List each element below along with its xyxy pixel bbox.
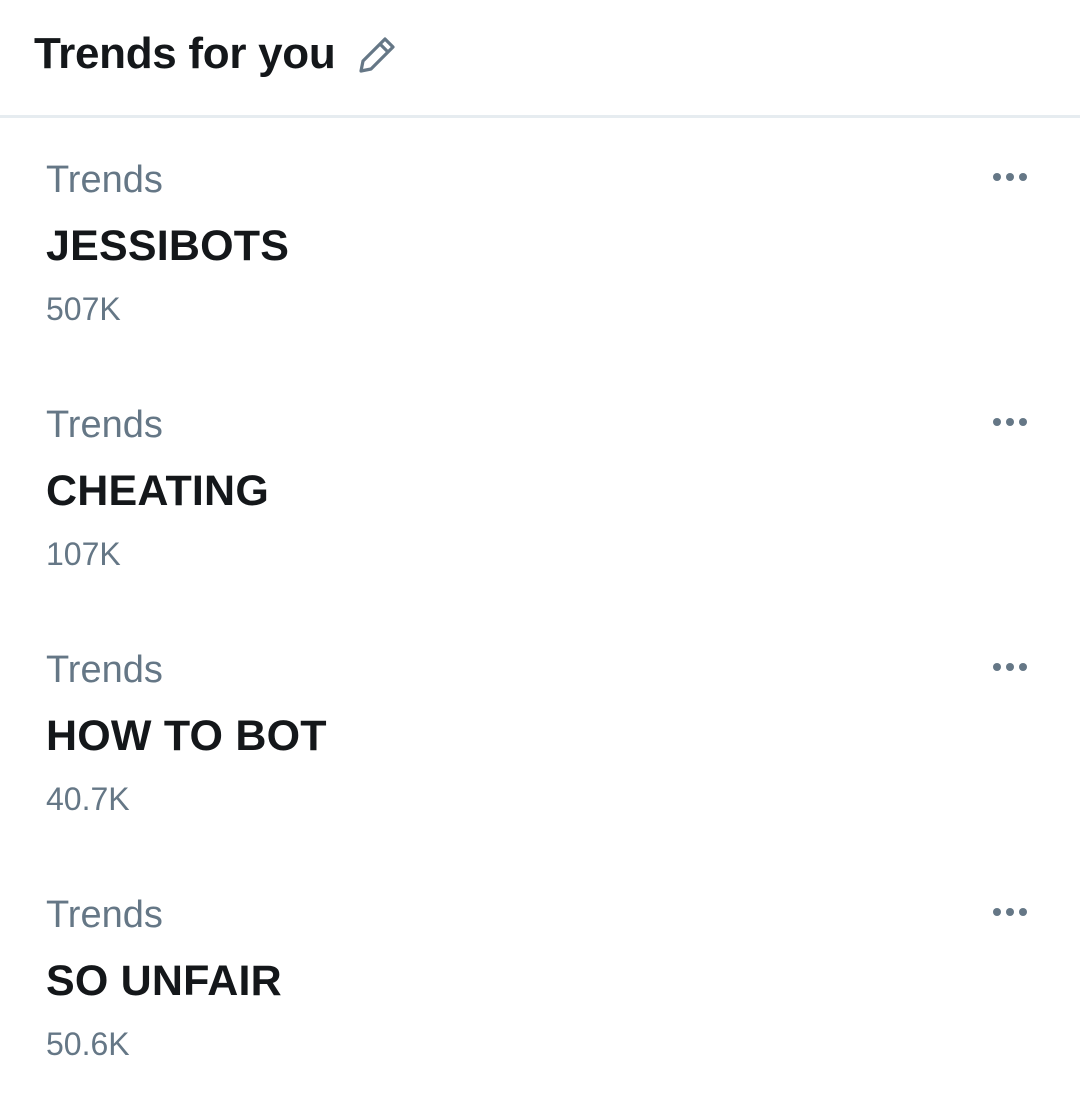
- more-options-button[interactable]: [984, 897, 1036, 927]
- trend-item[interactable]: Trends JESSIBOTS 507K: [0, 118, 1080, 363]
- trend-category: Trends: [46, 159, 163, 201]
- more-dot: [1006, 418, 1014, 426]
- trend-count: 50.6K: [46, 1026, 130, 1062]
- trend-count: 507K: [46, 291, 121, 327]
- trend-count: 40.7K: [46, 781, 130, 817]
- trend-name[interactable]: HOW TO BOT: [46, 711, 327, 761]
- trend-item[interactable]: Trends CHEATING 107K: [0, 363, 1080, 608]
- more-dot: [1019, 908, 1027, 916]
- more-options-button[interactable]: [984, 407, 1036, 437]
- trend-list: Trends JESSIBOTS 507K Trends CHEATING 10…: [0, 118, 1080, 1098]
- more-horizontal-icon: [993, 663, 1001, 671]
- more-horizontal-icon: [993, 908, 1001, 916]
- more-dot: [1006, 908, 1014, 916]
- trends-header: Trends for you: [0, 0, 1080, 118]
- more-dot: [1006, 663, 1014, 671]
- trend-name[interactable]: CHEATING: [46, 466, 269, 516]
- trend-item[interactable]: Trends SO UNFAIR 50.6K: [0, 853, 1080, 1098]
- trend-category: Trends: [46, 404, 163, 446]
- more-horizontal-icon: [993, 418, 1001, 426]
- trend-name[interactable]: JESSIBOTS: [46, 221, 289, 271]
- trend-category: Trends: [46, 649, 163, 691]
- trend-name[interactable]: SO UNFAIR: [46, 956, 282, 1006]
- more-dot: [1019, 418, 1027, 426]
- more-options-button[interactable]: [984, 162, 1036, 192]
- more-dot: [1006, 173, 1014, 181]
- trend-count: 107K: [46, 536, 121, 572]
- more-horizontal-icon: [993, 173, 1001, 181]
- trend-category: Trends: [46, 894, 163, 936]
- more-dot: [1019, 663, 1027, 671]
- page-title: Trends for you: [34, 29, 336, 78]
- more-dot: [1019, 173, 1027, 181]
- trend-item[interactable]: Trends HOW TO BOT 40.7K: [0, 608, 1080, 853]
- pencil-icon[interactable]: [353, 31, 401, 79]
- more-options-button[interactable]: [984, 652, 1036, 682]
